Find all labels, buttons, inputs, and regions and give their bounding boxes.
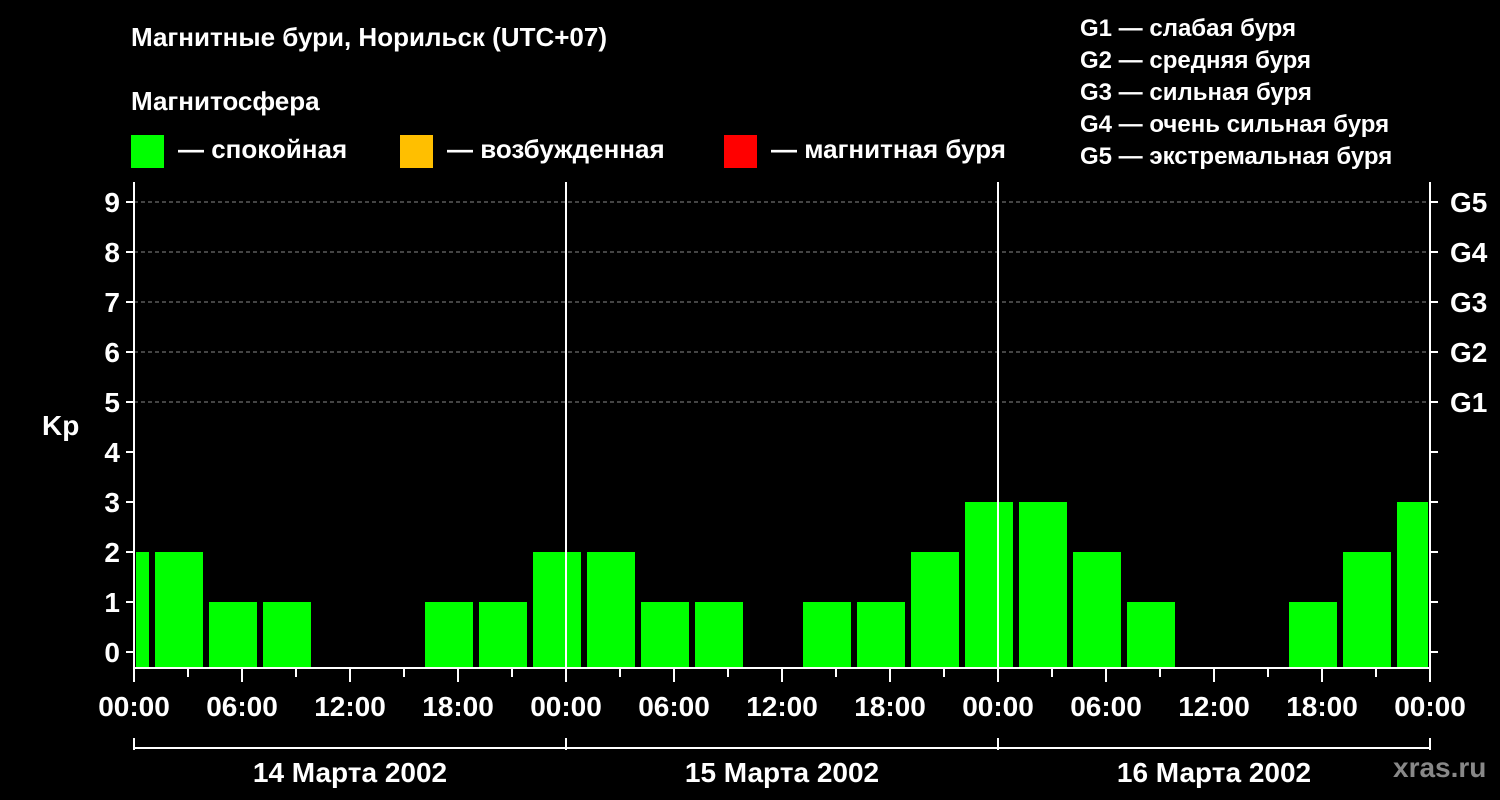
x-tick-label-0: 00:00 (98, 691, 170, 722)
day-label-1: 15 Марта 2002 (685, 757, 879, 788)
bar-11 (695, 602, 743, 667)
bar-16 (965, 502, 1013, 667)
day-label-2: 16 Марта 2002 (1117, 757, 1311, 788)
right-label-G1: G1 (1450, 387, 1487, 418)
y-tick-label-0: 0 (104, 637, 120, 668)
y-tick-label-5: 5 (104, 387, 120, 418)
y-tick-label-4: 4 (104, 437, 120, 468)
bar-18 (1073, 552, 1121, 667)
bar-17 (1019, 502, 1067, 667)
bar-24 (1397, 502, 1428, 667)
kp-chart: 0 1 2 3 4 5 6 7 8 9 G1 G2 G3 G4 G5 00:00 06:00 12:00 18:00… (98, 182, 1488, 788)
x-tick-label-4: 00:00 (530, 691, 602, 722)
y-tick-label-7: 7 (104, 287, 120, 318)
x-tick-label-10: 12:00 (1178, 691, 1250, 722)
y-tick-label-9: 9 (104, 187, 120, 218)
bar-14 (857, 602, 905, 667)
bar-15 (911, 552, 959, 667)
bar-23 (1343, 552, 1391, 667)
x-tick-label-12: 00:00 (1394, 691, 1466, 722)
bar-2 (209, 602, 257, 667)
x-tick-label-11: 18:00 (1286, 691, 1358, 722)
bar-10 (641, 602, 689, 667)
right-label-G5: G5 (1450, 187, 1487, 218)
day-label-0: 14 Марта 2002 (253, 757, 447, 788)
bar-7 (479, 602, 527, 667)
x-tick-label-6: 12:00 (746, 691, 818, 722)
y-tick-label-6: 6 (104, 337, 120, 368)
bar-9 (587, 552, 635, 667)
bar-8 (533, 552, 581, 667)
x-tick-label-8: 00:00 (962, 691, 1034, 722)
x-tick-label-3: 18:00 (422, 691, 494, 722)
bar-13 (803, 602, 851, 667)
y-tick-label-8: 8 (104, 237, 120, 268)
y-tick-label-3: 3 (104, 487, 120, 518)
x-tick-label-9: 06:00 (1070, 691, 1142, 722)
y-tick-label-1: 1 (104, 587, 120, 618)
right-label-G2: G2 (1450, 337, 1487, 368)
bar-1 (155, 552, 203, 667)
right-label-G4: G4 (1450, 237, 1488, 268)
bar-6 (425, 602, 473, 667)
bar-19 (1127, 602, 1175, 667)
x-tick-label-7: 18:00 (854, 691, 926, 722)
x-tick-label-2: 12:00 (314, 691, 386, 722)
bar-22 (1289, 602, 1337, 667)
right-label-G3: G3 (1450, 287, 1487, 318)
y-tick-label-2: 2 (104, 537, 120, 568)
x-tick-label-1: 06:00 (206, 691, 278, 722)
bar-0 (136, 552, 149, 667)
x-tick-label-5: 06:00 (638, 691, 710, 722)
bar-3 (263, 602, 311, 667)
